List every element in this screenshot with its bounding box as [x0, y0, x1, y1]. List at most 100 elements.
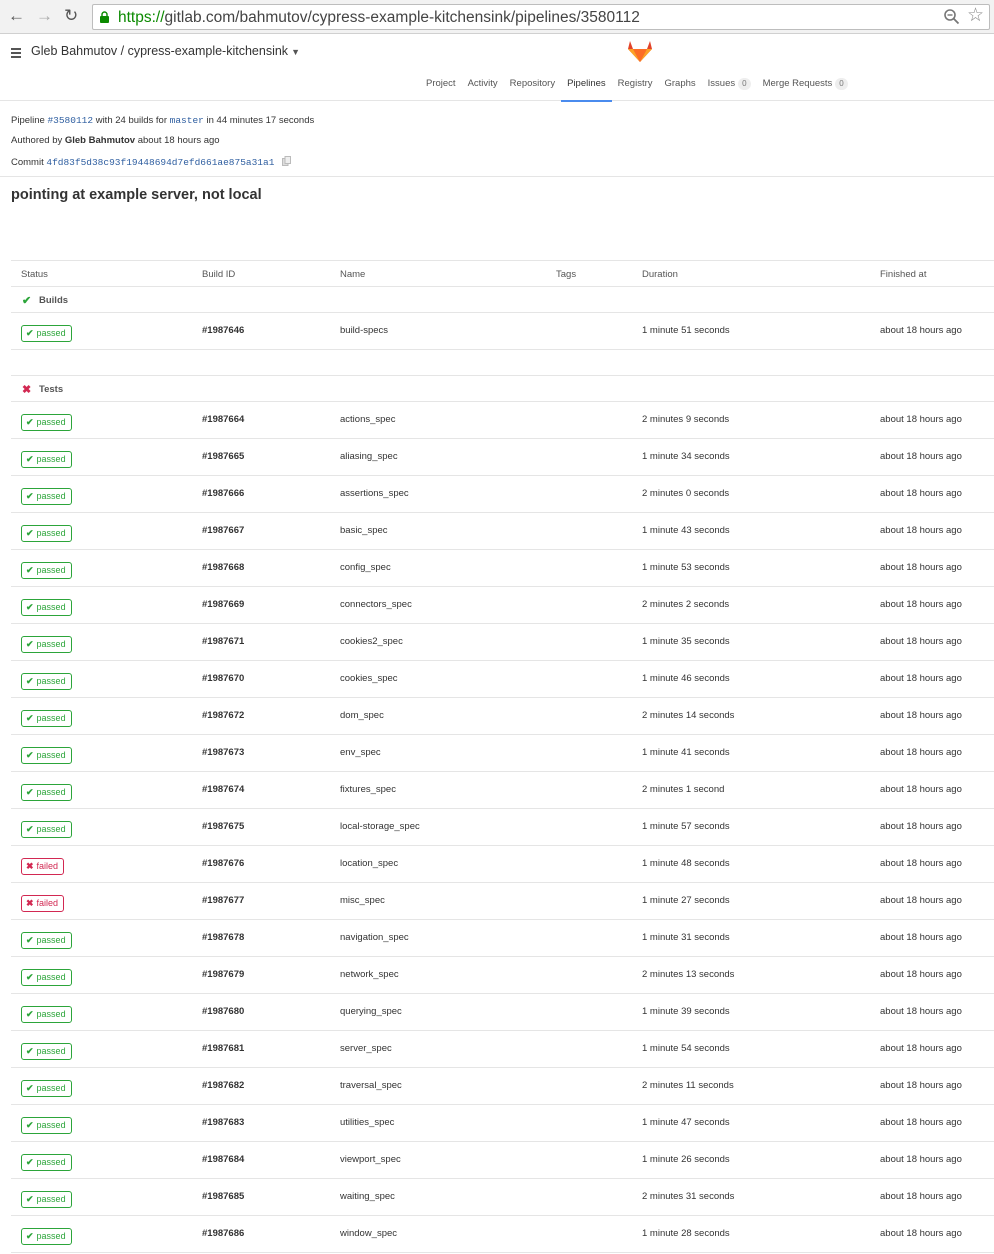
status-badge[interactable]: ✔ passed: [21, 1191, 72, 1208]
build-id-link[interactable]: #1987683: [202, 1117, 244, 1128]
job-name: connectors_spec: [340, 599, 412, 610]
build-id-link[interactable]: #1987677: [202, 895, 244, 906]
count-badge: 0: [835, 78, 848, 90]
status-label: passed: [36, 528, 66, 538]
pipeline-id-link[interactable]: #3580112: [47, 115, 93, 126]
branch-link[interactable]: master: [170, 115, 204, 126]
status-badge[interactable]: ✔ passed: [21, 414, 72, 431]
table-row: ✔ passed #1987679 network_spec 2 minutes 13 …: [11, 957, 994, 994]
tab-registry[interactable]: Registry: [612, 78, 659, 102]
job-duration: 1 minute 53 seconds: [642, 562, 730, 573]
job-finished: about 18 hours ago: [880, 525, 962, 536]
status-badge[interactable]: ✔ passed: [21, 1006, 72, 1023]
status-badge[interactable]: ✖ failed: [21, 895, 65, 912]
build-id-link[interactable]: #1987671: [202, 636, 244, 647]
browser-toolbar: ← → ↻ https://gitlab.com/bahmutov/cypres…: [0, 0, 994, 34]
build-id-link[interactable]: #1987686: [202, 1228, 244, 1239]
build-id-link[interactable]: #1987678: [202, 932, 244, 943]
clipboard-icon[interactable]: [282, 156, 292, 166]
project-title[interactable]: Gleb Bahmutov / cypress-example-kitchens…: [31, 44, 300, 58]
build-id-link[interactable]: #1987681: [202, 1043, 244, 1054]
status-badge[interactable]: ✔ passed: [21, 1043, 72, 1060]
status-badge[interactable]: ✔ passed: [21, 488, 72, 505]
job-name: aliasing_spec: [340, 451, 398, 462]
status-badge[interactable]: ✔ passed: [21, 562, 72, 579]
build-id-link[interactable]: #1987673: [202, 747, 244, 758]
tab-repository[interactable]: Repository: [504, 78, 561, 102]
build-id-link[interactable]: #1987669: [202, 599, 244, 610]
table-row: ✔ passed #1987681 server_spec 1 minute 54 se…: [11, 1031, 994, 1068]
address-bar[interactable]: https://gitlab.com/bahmutov/cypress-exam…: [92, 4, 990, 30]
build-id-link[interactable]: #1987679: [202, 969, 244, 980]
status-badge[interactable]: ✔ passed: [21, 1228, 72, 1245]
status-badge[interactable]: ✔ passed: [21, 710, 72, 727]
build-id-link[interactable]: #1987664: [202, 414, 244, 425]
table-row: ✔ passed #1987673 env_spec 1 minute 41 secon…: [11, 735, 994, 772]
build-id-link[interactable]: #1987674: [202, 784, 244, 795]
build-id-link[interactable]: #1987680: [202, 1006, 244, 1017]
build-id-link[interactable]: #1987682: [202, 1080, 244, 1091]
job-name: server_spec: [340, 1043, 392, 1054]
build-id-link[interactable]: #1987668: [202, 562, 244, 573]
job-name: basic_spec: [340, 525, 388, 536]
tab-pipelines[interactable]: Pipelines: [561, 78, 612, 102]
commit-sha-link[interactable]: 4fd83f5d38c93f19448694d7efd661ae875a31a1: [46, 157, 274, 168]
status-badge[interactable]: ✔ passed: [21, 673, 72, 690]
pipeline-summary: Pipeline #3580112 with 24 builds for mas…: [11, 115, 315, 126]
build-id-link[interactable]: #1987646: [202, 325, 244, 336]
status-badge[interactable]: ✔ passed: [21, 969, 72, 986]
reload-icon[interactable]: ↻: [64, 7, 78, 25]
tab-merge-requests[interactable]: Merge Requests 0: [757, 78, 854, 102]
job-finished: about 18 hours ago: [880, 1154, 962, 1165]
tab-label: Graphs: [664, 78, 696, 89]
status-badge[interactable]: ✔ passed: [21, 747, 72, 764]
table-row: ✔ passed #1987672 dom_spec 2 minutes 14 seco…: [11, 698, 994, 735]
build-id-link[interactable]: #1987676: [202, 858, 244, 869]
table-row: ✔ passed #1987682 traversal_spec 2 minutes 1…: [11, 1068, 994, 1105]
status-badge[interactable]: ✔ passed: [21, 599, 72, 616]
hamburger-icon[interactable]: [11, 48, 21, 60]
status-badge[interactable]: ✔ passed: [21, 636, 72, 653]
status-badge[interactable]: ✔ passed: [21, 325, 72, 342]
status-badge[interactable]: ✖ failed: [21, 858, 65, 875]
check-icon: ✔: [26, 1083, 34, 1093]
arrow-right-icon[interactable]: →: [36, 7, 53, 25]
build-id-link[interactable]: #1987675: [202, 821, 244, 832]
check-icon: ✔: [26, 787, 34, 797]
build-id-link[interactable]: #1987685: [202, 1191, 244, 1202]
job-name: cookies_spec: [340, 673, 398, 684]
check-icon: ✔: [26, 565, 34, 575]
tab-activity[interactable]: Activity: [462, 78, 504, 102]
arrow-left-icon[interactable]: ←: [8, 7, 25, 25]
build-id-link[interactable]: #1987667: [202, 525, 244, 536]
project-nav-tabs: Project Activity Repository Pipelines Regist…: [420, 78, 854, 102]
job-duration: 1 minute 27 seconds: [642, 895, 730, 906]
status-label: passed: [36, 1083, 66, 1093]
status-badge[interactable]: ✔ passed: [21, 821, 72, 838]
build-id-link[interactable]: #1987666: [202, 488, 244, 499]
gitlab-fox-logo[interactable]: [627, 38, 653, 64]
tab-issues[interactable]: Issues 0: [702, 78, 757, 102]
job-finished: about 18 hours ago: [880, 710, 962, 721]
build-id-link[interactable]: #1987665: [202, 451, 244, 462]
build-id-link[interactable]: #1987684: [202, 1154, 244, 1165]
job-duration: 2 minutes 31 seconds: [642, 1191, 735, 1202]
status-label: passed: [36, 602, 66, 612]
status-badge[interactable]: ✔ passed: [21, 525, 72, 542]
table-row: ✔ passed #1987646 build-specs 1 minute 51 se…: [11, 313, 994, 350]
status-badge[interactable]: ✔ passed: [21, 932, 72, 949]
zoom-icon[interactable]: [943, 8, 961, 26]
tab-project[interactable]: Project: [420, 78, 462, 102]
status-badge[interactable]: ✔ passed: [21, 451, 72, 468]
status-badge[interactable]: ✔ passed: [21, 1154, 72, 1171]
star-icon[interactable]: ☆: [967, 6, 984, 26]
tab-graphs[interactable]: Graphs: [659, 78, 702, 102]
status-badge[interactable]: ✔ passed: [21, 1117, 72, 1134]
build-id-link[interactable]: #1987670: [202, 673, 244, 684]
status-badge[interactable]: ✔ passed: [21, 1080, 72, 1097]
status-badge[interactable]: ✔ passed: [21, 784, 72, 801]
stage-name: Builds: [39, 295, 69, 306]
build-id-link[interactable]: #1987672: [202, 710, 244, 721]
author-name[interactable]: Gleb Bahmutov: [65, 135, 135, 146]
job-duration: 1 minute 48 seconds: [642, 858, 730, 869]
